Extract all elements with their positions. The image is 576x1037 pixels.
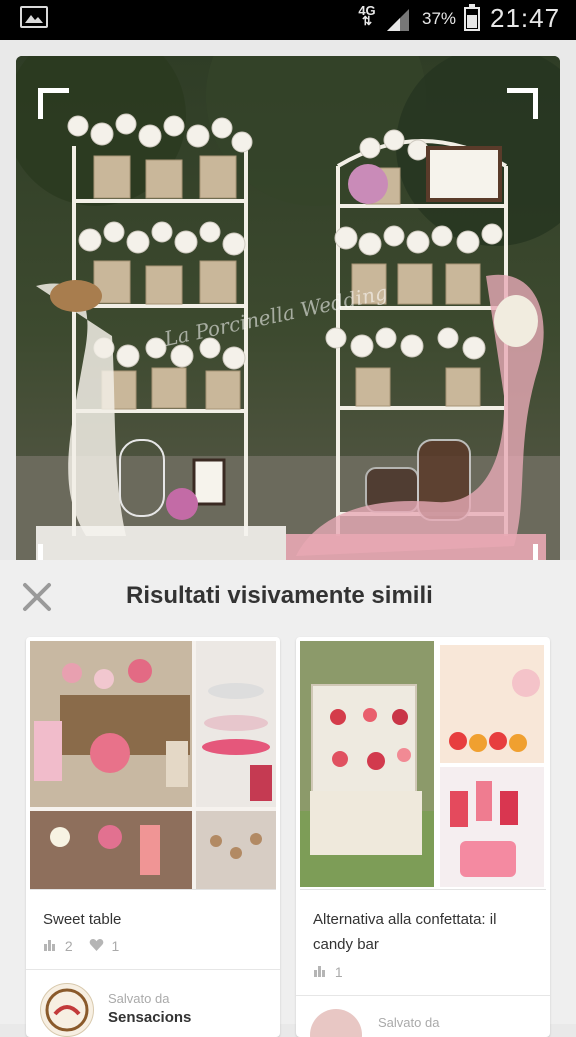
- saved-by-label: Salvato da: [108, 991, 170, 1006]
- avatar[interactable]: [310, 1009, 362, 1037]
- selected-pin-image[interactable]: La Porcinella Wedding: [16, 56, 560, 560]
- pin-title: Alternativa alla confettata: il candy ba…: [313, 911, 497, 953]
- battery-icon: [464, 4, 480, 31]
- repin-icon: [313, 964, 327, 981]
- saved-by-label: Salvato da: [378, 1015, 440, 1030]
- saved-by-user[interactable]: Sensacions: [108, 1009, 191, 1026]
- candy-bar-collage: [300, 641, 546, 889]
- sweet-table-collage: [30, 641, 276, 889]
- pin-thumbnail[interactable]: [300, 641, 546, 890]
- status-bar: 4G ⇅ 37% 21:47: [0, 0, 576, 40]
- crop-corner-icon: [38, 88, 69, 119]
- crop-corner-icon: [507, 544, 538, 560]
- wedding-seating-display-photo: La Porcinella Wedding: [16, 56, 560, 560]
- pin-stats: 2 1: [43, 937, 119, 955]
- crop-corner-icon: [38, 544, 69, 560]
- close-button[interactable]: [22, 582, 52, 612]
- battery-percent: 37%: [422, 9, 457, 28]
- crop-corner-icon: [507, 88, 538, 119]
- like-count: 1: [111, 938, 120, 955]
- gallery-icon: [20, 6, 48, 28]
- pin-thumbnail[interactable]: [30, 641, 276, 890]
- heart-icon: [89, 938, 104, 955]
- pin-title: Sweet table: [43, 911, 122, 928]
- repin-icon: [43, 938, 57, 955]
- network-indicator: 4G ⇅: [358, 3, 376, 28]
- pin-stats: 1: [313, 963, 343, 981]
- pin-card-candy-bar[interactable]: Alternativa alla confettata: il candy ba…: [296, 637, 550, 1037]
- close-icon: [23, 583, 51, 611]
- avatar[interactable]: [40, 983, 94, 1037]
- repin-count: 2: [64, 938, 73, 955]
- repin-count: 1: [334, 964, 343, 981]
- card-divider: [26, 969, 280, 970]
- panel-title: Risultati visivamente simili: [126, 582, 433, 609]
- signal-icon: [387, 9, 409, 31]
- pin-card-sweet-table[interactable]: Sweet table 2 1 Salvato da Sensacions: [26, 637, 280, 1037]
- card-divider: [296, 995, 550, 996]
- visual-search-results-panel: Risultati visivamente simili Sweet table…: [0, 560, 576, 1037]
- clock: 21:47: [490, 3, 561, 33]
